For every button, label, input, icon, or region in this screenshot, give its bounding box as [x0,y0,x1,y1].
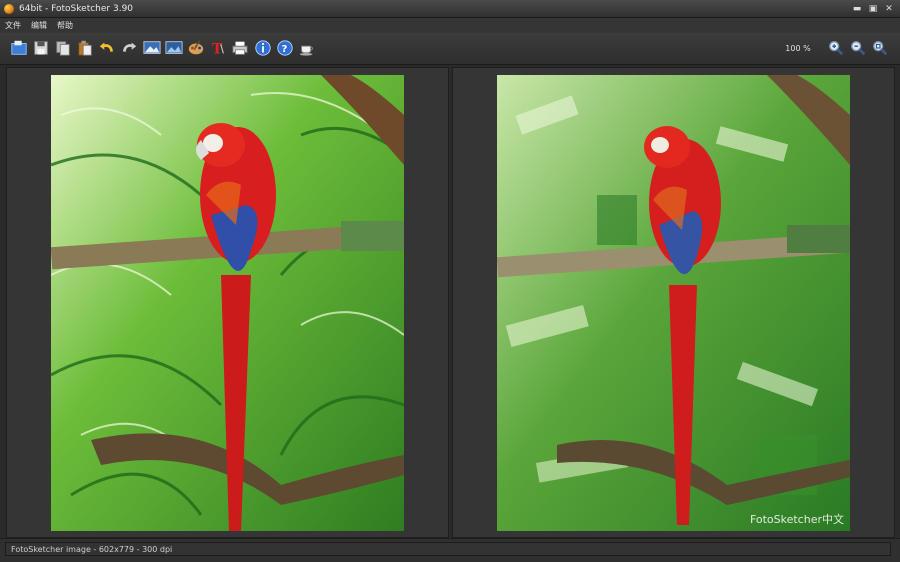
info-button[interactable] [253,38,273,58]
maximize-button[interactable]: ▣ [866,3,880,15]
svg-text:?: ? [282,44,288,55]
zoom-in-icon [829,41,844,56]
coffee-icon [299,45,314,56]
original-image-button[interactable] [142,38,162,58]
text-icon: T [212,40,224,57]
help-button[interactable]: ? [275,38,295,58]
text-button[interactable]: T [208,38,228,58]
info-icon [255,40,271,56]
menu-bar: 文件 编辑 帮助 [0,18,900,33]
help-icon: ? [277,40,293,56]
workspace: FotoSketcher中文 [0,65,900,538]
palette-button[interactable] [186,38,206,58]
zoom-level: 100 % [785,44,811,53]
painted-result: FotoSketcher中文 [497,75,850,531]
open-button[interactable] [9,38,29,58]
app-logo-icon [4,3,14,14]
watermark-text: FotoSketcher中文 [749,513,844,526]
processed-image-pane[interactable]: FotoSketcher中文 [452,67,895,538]
open-icon [11,40,27,55]
parrot-photo-image [51,75,404,531]
processed-image-icon [165,41,183,54]
copy-icon [56,41,70,56]
redo-icon [123,42,137,52]
window-title: 64bit - FotoSketcher 3.90 [19,3,134,14]
redo-button[interactable] [119,38,139,58]
print-icon [232,41,248,55]
print-button[interactable] [230,38,250,58]
toolbar: T ? 100 % [0,33,900,65]
processed-image-button[interactable] [164,38,184,58]
original-image-icon [143,41,161,54]
status-text: FotoSketcher image - 602x779 - 300 dpi [5,542,891,556]
palette-icon [188,40,204,55]
paste-button[interactable] [75,38,95,58]
undo-button[interactable] [97,38,117,58]
save-icon [34,41,48,55]
zoom-out-icon [851,41,866,56]
coffee-button[interactable] [297,38,317,58]
save-button[interactable] [31,38,51,58]
window-controls: ▬ ▣ ✕ [850,3,896,15]
zoom-out-button[interactable] [848,38,868,58]
paste-icon [78,40,92,56]
minimize-button[interactable]: ▬ [850,3,864,15]
zoom-in-button[interactable] [826,38,846,58]
copy-button[interactable] [53,38,73,58]
menu-help[interactable]: 帮助 [52,20,78,31]
close-button[interactable]: ✕ [882,3,896,15]
svg-text:T: T [212,40,223,57]
parrot-painting-image [497,75,850,531]
status-bar: FotoSketcher image - 602x779 - 300 dpi [0,538,900,562]
title-bar: 64bit - FotoSketcher 3.90 ▬ ▣ ✕ [0,0,900,18]
original-photo [51,75,404,531]
menu-edit[interactable]: 编辑 [26,20,52,31]
menu-file[interactable]: 文件 [0,20,26,31]
zoom-fit-icon [873,41,888,56]
zoom-fit-button[interactable] [870,38,890,58]
original-image-pane[interactable] [6,67,449,538]
undo-icon [99,42,113,52]
